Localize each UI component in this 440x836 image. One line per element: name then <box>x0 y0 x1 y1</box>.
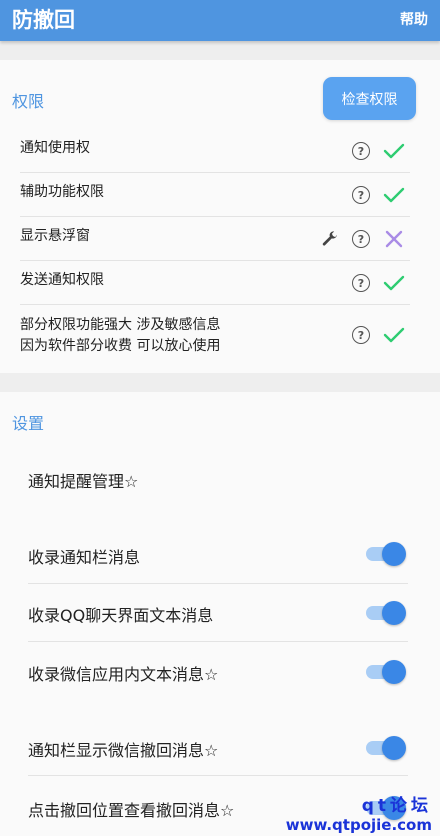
settings-card: 设置 通知提醒管理☆ 收录通知栏消息 收录QQ聊天界面文本消息 收录微信应用内文… <box>0 392 440 836</box>
help-icon[interactable]: ? <box>352 142 370 160</box>
check-permissions-button[interactable]: 检查权限 <box>323 77 416 120</box>
permission-label: 通知使用权 <box>20 140 90 156</box>
app-title: 防撤回 <box>12 8 75 32</box>
toggle-knob <box>382 601 406 625</box>
app-bar: 防撤回 帮助 <box>0 0 440 41</box>
help-icon[interactable]: ? <box>352 186 370 204</box>
settings-section-title: 设置 <box>12 414 45 433</box>
toggle-knob <box>382 660 406 684</box>
help-icon[interactable]: ? <box>352 326 370 344</box>
permission-label: 辅助功能权限 <box>20 184 104 200</box>
check-icon <box>383 187 405 203</box>
permission-notice-line1: 部分权限功能强大 涉及敏感信息 <box>20 317 221 333</box>
permissions-section-title: 权限 <box>12 92 45 111</box>
help-icon[interactable]: ? <box>352 274 370 292</box>
setting-label: 通知提醒管理☆ <box>28 472 139 491</box>
permission-row-send-notification[interactable]: 发送通知权限 ? <box>20 261 410 305</box>
setting-record-notification-bar[interactable]: 收录通知栏消息 <box>28 526 408 584</box>
wrench-icon[interactable] <box>321 230 339 248</box>
permission-label: 显示悬浮窗 <box>20 228 90 244</box>
check-icon <box>383 275 405 291</box>
permission-notice-line2: 因为软件部分收费 可以放心使用 <box>20 338 221 354</box>
toggle-switch[interactable] <box>366 542 406 566</box>
toggle-knob <box>382 542 406 566</box>
toggle-switch[interactable] <box>366 660 406 684</box>
setting-label: 点击撤回位置查看撤回消息☆ <box>28 801 235 820</box>
setting-label: 收录微信应用内文本消息☆ <box>28 665 219 684</box>
setting-record-wechat-text[interactable]: 收录微信应用内文本消息☆ <box>28 642 408 700</box>
watermark-url: www.qtpojie.com <box>285 816 432 834</box>
permission-row-notice: 部分权限功能强大 涉及敏感信息 因为软件部分收费 可以放心使用 ? <box>20 305 410 365</box>
setting-show-wechat-recall[interactable]: 通知栏显示微信撤回消息☆ <box>28 718 408 776</box>
setting-label: 收录通知栏消息 <box>28 548 141 567</box>
toggle-knob <box>382 736 406 760</box>
permission-row-overlay[interactable]: 显示悬浮窗 ? <box>20 217 410 261</box>
check-icon <box>383 143 405 159</box>
toggle-switch[interactable] <box>366 601 406 625</box>
permissions-card: 权限 检查权限 通知使用权 ? 辅助功能权限 ? 显示悬浮窗 ? 发送通知权限 … <box>0 60 440 373</box>
permission-row-accessibility[interactable]: 辅助功能权限 ? <box>20 173 410 217</box>
toggle-switch[interactable] <box>366 736 406 760</box>
help-icon[interactable]: ? <box>352 230 370 248</box>
setting-record-qq-text[interactable]: 收录QQ聊天界面文本消息 <box>28 584 408 642</box>
watermark: qt论坛 www.qtpojie.com <box>286 791 432 834</box>
permission-row-notification-access[interactable]: 通知使用权 ? <box>20 128 410 173</box>
cross-icon <box>385 230 403 248</box>
setting-notification-reminder[interactable]: 通知提醒管理☆ <box>28 452 408 502</box>
setting-label: 收录QQ聊天界面文本消息 <box>28 606 214 625</box>
watermark-title: qt论坛 <box>361 796 432 816</box>
help-button[interactable]: 帮助 <box>400 9 428 29</box>
permission-label: 发送通知权限 <box>20 272 104 288</box>
check-icon <box>383 327 405 343</box>
setting-label: 通知栏显示微信撤回消息☆ <box>28 741 219 760</box>
